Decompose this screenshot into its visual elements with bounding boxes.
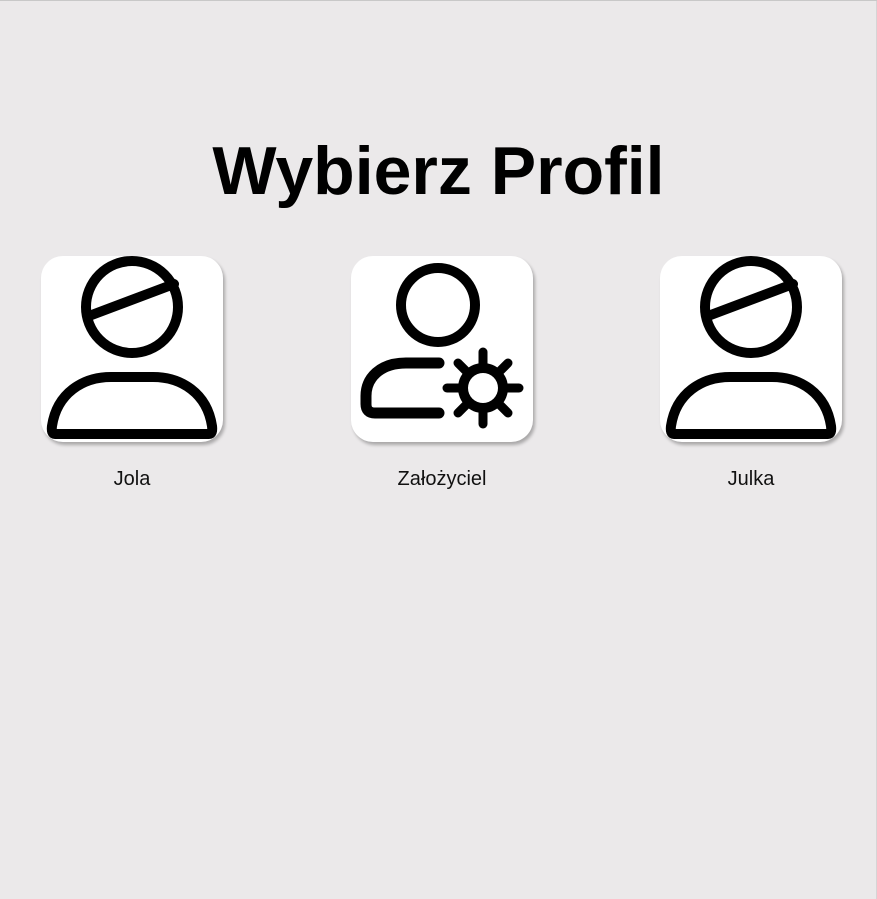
- user-restricted-icon: [46, 256, 218, 439]
- profile-card-jola[interactable]: Jola: [41, 256, 225, 490]
- profile-avatar-tile[interactable]: [41, 256, 223, 442]
- profile-avatar-tile[interactable]: [351, 256, 533, 442]
- profile-list: Jola Założyciel Julka: [0, 256, 877, 516]
- page-title: Wybierz Profil: [212, 133, 665, 209]
- profile-card-zalozyciel[interactable]: Założyciel: [351, 256, 535, 490]
- profile-card-julka[interactable]: Julka: [660, 256, 844, 490]
- profile-name[interactable]: Julka: [660, 467, 842, 491]
- user-settings-icon: [360, 263, 524, 429]
- profile-name[interactable]: Założyciel: [351, 467, 533, 491]
- user-restricted-icon: [665, 256, 837, 439]
- profile-avatar-tile[interactable]: [660, 256, 842, 442]
- profile-name[interactable]: Jola: [41, 467, 223, 491]
